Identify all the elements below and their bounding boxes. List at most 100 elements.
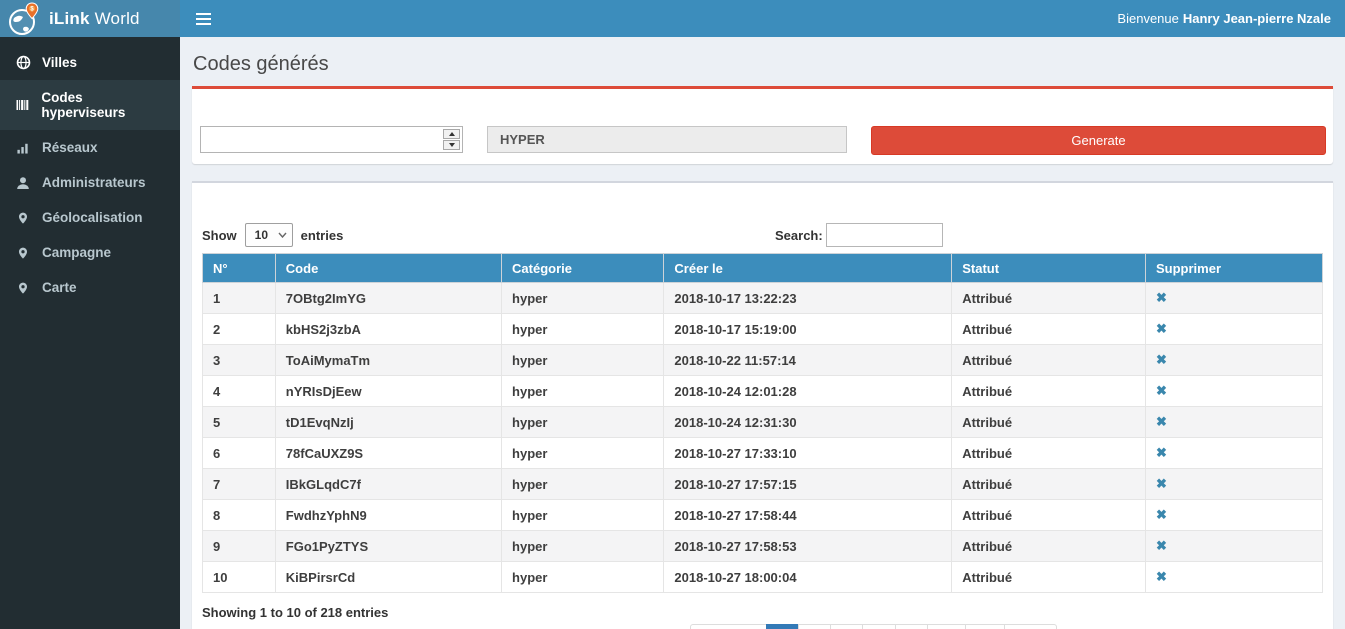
category-cell: hyper xyxy=(502,283,664,314)
category-cell: hyper xyxy=(502,314,664,345)
delete-cell: ✖ xyxy=(1146,314,1323,345)
sidebar-item-g-olocalisation[interactable]: Géolocalisation xyxy=(0,200,180,235)
page-button-4[interactable]: 4 xyxy=(862,624,895,629)
column-header: Catégorie xyxy=(502,254,664,283)
created-date-cell: 2018-10-27 18:00:04 xyxy=(664,562,952,593)
status-cell: Attribué xyxy=(952,562,1146,593)
delete-icon[interactable]: ✖ xyxy=(1156,352,1167,367)
delete-cell: ✖ xyxy=(1146,345,1323,376)
delete-cell: ✖ xyxy=(1146,562,1323,593)
delete-icon[interactable]: ✖ xyxy=(1156,507,1167,522)
show-label: Show xyxy=(202,228,237,243)
table-header-row: N°CodeCatégorieCréer leStatutSupprimer xyxy=(203,254,1323,283)
row-number-cell: 3 xyxy=(203,345,276,376)
created-date-cell: 2018-10-17 15:19:00 xyxy=(664,314,952,345)
brand-logo[interactable]: $ iLink World xyxy=(0,0,180,37)
sidebar-toggle-button[interactable] xyxy=(180,0,227,37)
delete-icon[interactable]: ✖ xyxy=(1156,321,1167,336)
sidebar-item-villes[interactable]: Villes xyxy=(0,45,180,80)
category-cell: hyper xyxy=(502,469,664,500)
code-cell: IBkGLqdC7f xyxy=(275,469,501,500)
created-date-cell: 2018-10-22 11:57:14 xyxy=(664,345,952,376)
search-input[interactable] xyxy=(826,223,943,247)
user-menu[interactable]: BienvenueHanry Jean-pierre Nzale xyxy=(1117,11,1345,26)
delete-icon[interactable]: ✖ xyxy=(1156,290,1167,305)
map-marker-icon xyxy=(15,281,31,295)
brand-title-light: World xyxy=(95,9,140,28)
column-header: Créer le xyxy=(664,254,952,283)
sidebar: $ iLink World Villes Codes hyperviseurs Ré… xyxy=(0,0,180,629)
table-row: 3ToAiMymaTmhyper2018-10-22 11:57:14Attri… xyxy=(203,345,1323,376)
category-cell: hyper xyxy=(502,562,664,593)
sidebar-item-label: Réseaux xyxy=(42,140,98,155)
page-size-value: 10 xyxy=(255,228,268,242)
table-row: 7IBkGLqdC7fhyper2018-10-27 17:57:15Attri… xyxy=(203,469,1323,500)
codes-table: N°CodeCatégorieCréer leStatutSupprimer 1… xyxy=(202,253,1323,593)
sidebar-item-label: Géolocalisation xyxy=(42,210,143,225)
page-button-next[interactable]: Next xyxy=(1004,624,1057,629)
page-button-2[interactable]: 2 xyxy=(798,624,831,629)
delete-cell: ✖ xyxy=(1146,438,1323,469)
status-cell: Attribué xyxy=(952,469,1146,500)
page-button-5[interactable]: 5 xyxy=(895,624,928,629)
chevron-down-icon xyxy=(278,232,287,238)
sidebar-item-label: Carte xyxy=(42,280,77,295)
row-number-cell: 1 xyxy=(203,283,276,314)
quantity-input[interactable] xyxy=(201,127,462,152)
row-number-cell: 2 xyxy=(203,314,276,345)
quantity-spinner xyxy=(443,129,460,150)
page-button-3[interactable]: 3 xyxy=(830,624,863,629)
page-button-22[interactable]: 22 xyxy=(965,624,1005,629)
row-number-cell: 8 xyxy=(203,500,276,531)
sidebar-item-codes-hyperviseurs[interactable]: Codes hyperviseurs xyxy=(0,80,180,130)
category-field xyxy=(487,126,847,153)
table-search-control: Search: xyxy=(775,223,943,247)
delete-icon[interactable]: ✖ xyxy=(1156,569,1167,584)
page-button-1[interactable]: 1 xyxy=(766,624,799,629)
created-date-cell: 2018-10-27 17:33:10 xyxy=(664,438,952,469)
user-icon xyxy=(15,176,31,190)
code-cell: kbHS2j3zbA xyxy=(275,314,501,345)
sidebar-item-label: Villes xyxy=(42,55,77,70)
row-number-cell: 10 xyxy=(203,562,276,593)
table-controls: Show 10 entries Search: xyxy=(202,223,1323,253)
sidebar-item-administrateurs[interactable]: Administrateurs xyxy=(0,165,180,200)
sidebar-item-r-seaux[interactable]: Réseaux xyxy=(0,130,180,165)
quantity-stepper[interactable] xyxy=(200,126,463,153)
sidebar-item-label: Codes hyperviseurs xyxy=(41,90,165,120)
sidebar-item-campagne[interactable]: Campagne xyxy=(0,235,180,270)
table-footer: Showing 1 to 10 of 218 entries Previous1… xyxy=(202,605,1323,629)
status-cell: Attribué xyxy=(952,376,1146,407)
globe-icon xyxy=(15,55,31,70)
arrow-down-icon xyxy=(449,143,455,147)
sidebar-item-label: Administrateurs xyxy=(42,175,146,190)
generate-button[interactable]: Generate xyxy=(871,126,1326,155)
code-cell: FGo1PyZTYS xyxy=(275,531,501,562)
table-row: 5tD1EvqNzIjhyper2018-10-24 12:31:30Attri… xyxy=(203,407,1323,438)
table-row: 4nYRIsDjEewhyper2018-10-24 12:01:28Attri… xyxy=(203,376,1323,407)
code-cell: 7OBtg2ImYG xyxy=(275,283,501,314)
page-size-select[interactable]: 10 xyxy=(245,223,293,247)
spinner-up-button[interactable] xyxy=(443,129,460,139)
table-row: 17OBtg2ImYGhyper2018-10-17 13:22:23Attri… xyxy=(203,283,1323,314)
delete-icon[interactable]: ✖ xyxy=(1156,476,1167,491)
sidebar-item-label: Campagne xyxy=(42,245,111,260)
sidebar-item-carte[interactable]: Carte xyxy=(0,270,180,305)
delete-icon[interactable]: ✖ xyxy=(1156,445,1167,460)
created-date-cell: 2018-10-17 13:22:23 xyxy=(664,283,952,314)
map-marker-icon xyxy=(15,246,31,260)
page-length-control: Show 10 entries xyxy=(202,223,1323,247)
welcome-label: Bienvenue xyxy=(1117,11,1178,26)
brand-title-bold: iLink xyxy=(49,9,90,28)
category-cell: hyper xyxy=(502,376,664,407)
code-cell: tD1EvqNzIj xyxy=(275,407,501,438)
map-marker-icon xyxy=(15,211,31,225)
delete-icon[interactable]: ✖ xyxy=(1156,383,1167,398)
delete-icon[interactable]: ✖ xyxy=(1156,414,1167,429)
page-button--: … xyxy=(927,624,966,629)
main-content: Codes générés Generate Show xyxy=(180,37,1345,629)
top-navbar: BienvenueHanry Jean-pierre Nzale xyxy=(180,0,1345,37)
table-row: 9FGo1PyZTYShyper2018-10-27 17:58:53Attri… xyxy=(203,531,1323,562)
delete-icon[interactable]: ✖ xyxy=(1156,538,1167,553)
spinner-down-button[interactable] xyxy=(443,140,460,150)
